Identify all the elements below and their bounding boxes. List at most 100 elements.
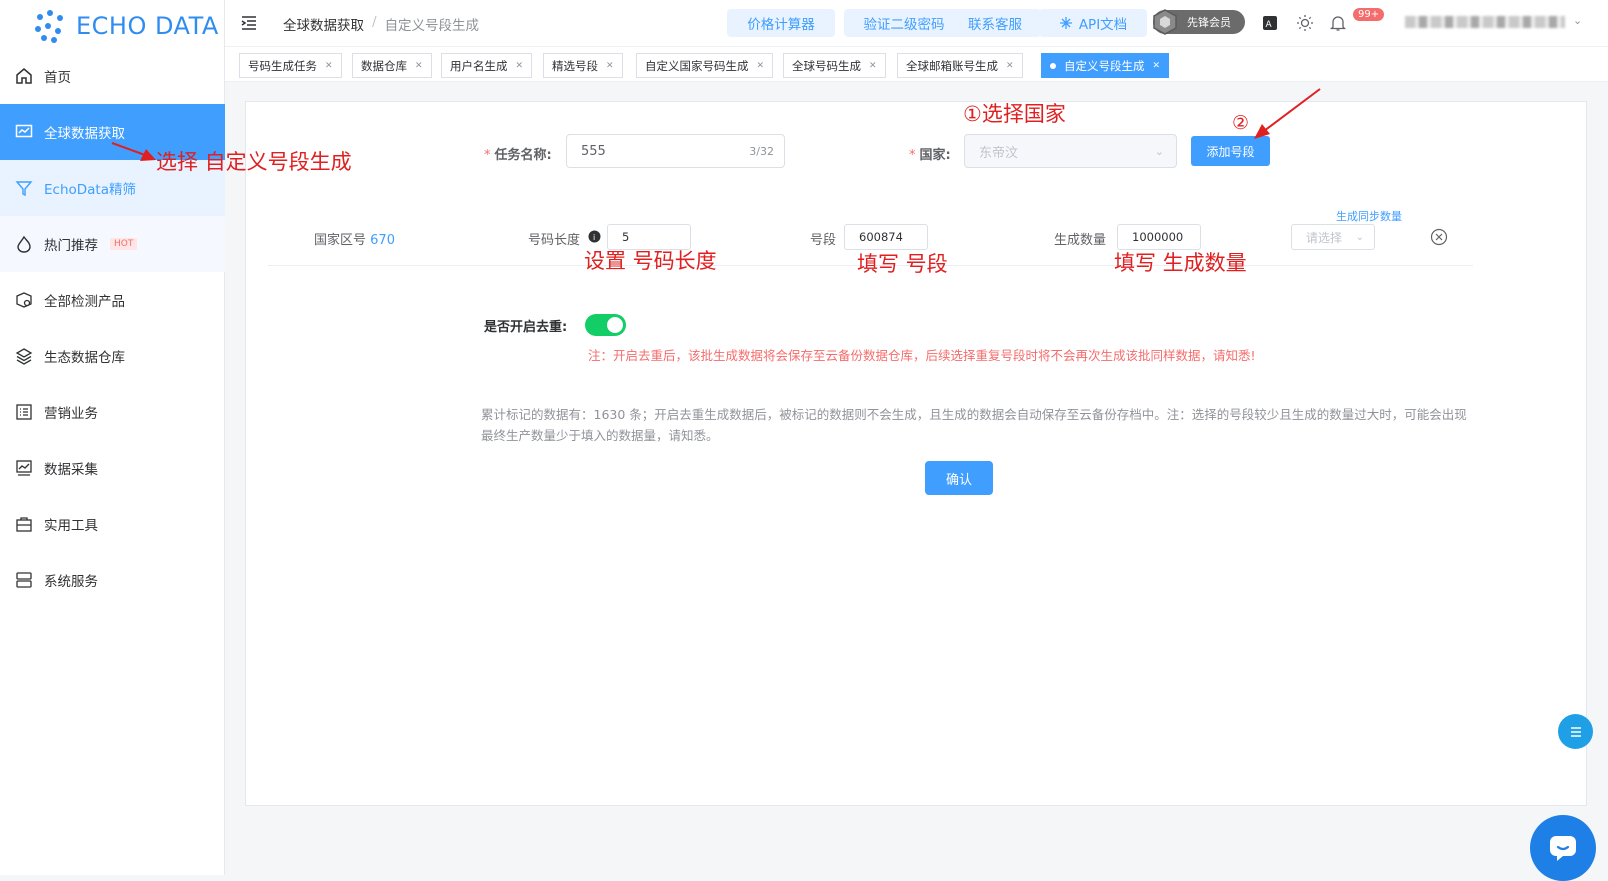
price-calculator-button[interactable]: 价格计算器 [727,9,835,37]
country-label-text: 国家: [919,148,951,163]
contact-support-button[interactable]: 联系客服 [949,9,1041,37]
country-code-label: 国家区号 670 [314,229,395,248]
sidebar-item-collection[interactable]: 数据采集 [0,440,225,496]
close-icon[interactable]: ✕ [415,61,423,71]
logo-icon [35,10,63,43]
sidebar-item-label: 生态数据仓库 [44,350,125,366]
dedupe-switch[interactable] [585,314,626,336]
translate-icon[interactable]: A [1260,13,1280,33]
annotation-step1: ①选择国家 [963,102,1066,126]
remove-row-icon[interactable] [1430,228,1448,250]
close-icon[interactable]: ✕ [325,61,333,71]
server-icon [14,570,34,590]
sidebar-item-system[interactable]: 系统服务 [0,552,225,608]
task-name-input[interactable]: 555 3/32 [566,134,785,168]
sidebar-item-label: 实用工具 [44,518,98,534]
flame-icon [14,234,34,254]
number-length-label: 号码长度 [528,233,581,248]
sidebar-item-marketing[interactable]: 营销业务 [0,384,225,440]
sidebar-item-home[interactable]: 首页 [0,48,225,104]
sidebar-item-label: 全球数据获取 [44,126,125,142]
close-icon[interactable]: ✕ [869,61,877,71]
filter-icon [14,178,34,198]
country-value: 东帝汶 [979,145,1019,161]
sidebar-item-label: 全部检测产品 [44,294,125,310]
close-icon[interactable]: ✕ [757,61,765,71]
sync-quantity-select[interactable]: 请选择 ⌄ [1291,224,1375,250]
sidebar-item-label: 数据采集 [44,462,98,478]
required-mark: * [484,148,491,163]
sidebar-item-hot[interactable]: 热门推荐 HOT [0,216,225,272]
tab-label: 全球邮箱账号生成 [906,58,998,73]
tab-number-generation-task[interactable]: 号码生成任务 ✕ [239,53,342,78]
menu-fold-icon[interactable] [240,14,258,36]
sync-quantity-link[interactable]: 生成同步数量 [1336,208,1402,224]
tab-label: 用户名生成 [450,58,508,73]
tab-label: 号码生成任务 [248,58,317,73]
confirm-button[interactable]: 确认 [925,461,993,495]
chevron-down-icon[interactable]: ⌄ [1573,14,1582,27]
close-icon[interactable]: ✕ [1153,61,1161,71]
task-name-label: * 任务名称: [484,144,552,163]
tab-custom-country-number[interactable]: 自定义国家号码生成 ✕ [636,53,774,78]
close-icon[interactable]: ✕ [516,61,524,71]
layers-icon [14,346,34,366]
country-select[interactable]: 东帝汶 ⌄ [964,134,1177,168]
tab-custom-segment[interactable]: 自定义号段生成 ✕ [1041,53,1170,78]
annotation-fill-segment: 填写 号段 [857,252,948,276]
list-icon [1568,724,1584,740]
sidebar-item-warehouse[interactable]: 生态数据仓库 [0,328,225,384]
segment-input[interactable]: 600874 [844,224,928,250]
close-icon[interactable]: ✕ [1006,61,1014,71]
bell-icon[interactable] [1328,13,1348,33]
country-code-value: 670 [370,233,395,248]
api-docs-button[interactable]: API文档 [1039,9,1147,37]
annotation-step2: ② [1232,112,1250,134]
chevron-down-icon: ⌄ [1355,231,1364,243]
list-icon [14,402,34,422]
float-menu-button[interactable] [1558,714,1593,749]
sidebar-item-label: 首页 [44,70,71,86]
dedupe-note: 注：开启去重后，该批生成数据将会保存至云备份数据仓库，后续选择重复号段时将不会再… [588,348,1256,363]
api-docs-label: API文档 [1078,17,1128,33]
add-segment-button[interactable]: 添加号段 [1191,136,1270,166]
tab-global-email[interactable]: 全球邮箱账号生成 ✕ [897,53,1023,78]
breadcrumb-current: 自定义号段生成 [384,18,480,34]
sidebar-item-label: EchoData精筛 [44,182,137,198]
sidebar-item-tools[interactable]: 实用工具 [0,496,225,552]
segment-label: 号段 [810,233,837,248]
tab-global-number[interactable]: 全球号码生成 ✕ [783,53,886,78]
top-bar: 全球数据获取 / 自定义号段生成 价格计算器 验证二级密码 联系客服 API文档… [225,0,1608,46]
sidebar-item-products[interactable]: 全部检测产品 [0,272,225,328]
theme-sun-icon[interactable] [1295,13,1315,33]
tab-label: 自定义国家号码生成 [645,58,749,73]
svg-text:i: i [593,233,595,242]
home-icon [14,66,34,86]
breadcrumb: 全球数据获取 / 自定义号段生成 [283,14,479,34]
tab-data-warehouse[interactable]: 数据仓库 ✕ [352,53,432,78]
api-docs-icon [1059,16,1073,30]
switch-knob [607,317,623,333]
logo[interactable]: ECHO DATA [32,6,219,46]
tab-label: 精选号段 [552,58,598,73]
breadcrumb-separator: / [372,14,377,30]
country-code-label-text: 国家区号 [314,233,367,248]
tab-selected-segments[interactable]: 精选号段 ✕ [543,53,623,78]
sidebar-item-label: 营销业务 [44,406,98,422]
country-label: * 国家: [909,144,951,163]
chevron-down-icon: ⌄ [1154,144,1164,158]
chat-button[interactable] [1530,815,1596,881]
vip-shield-icon [1151,8,1179,36]
tab-username-generation[interactable]: 用户名生成 ✕ [441,53,533,78]
breadcrumb-root[interactable]: 全球数据获取 [283,14,364,34]
tab-label: 自定义号段生成 [1064,58,1145,73]
close-icon[interactable]: ✕ [606,61,614,71]
monitor-chart-icon [14,122,34,142]
hot-badge: HOT [110,238,138,250]
verify-password-button[interactable]: 验证二级密码 [844,9,964,37]
info-note: 累计标记的数据有：1630 条；开启去重生成数据后，被标记的数据则不会生成，且生… [481,407,1467,443]
chat-bubble-icon [1547,833,1579,863]
chart-icon [14,458,34,478]
user-name-blurred[interactable] [1405,16,1565,28]
briefcase-icon [14,514,34,534]
